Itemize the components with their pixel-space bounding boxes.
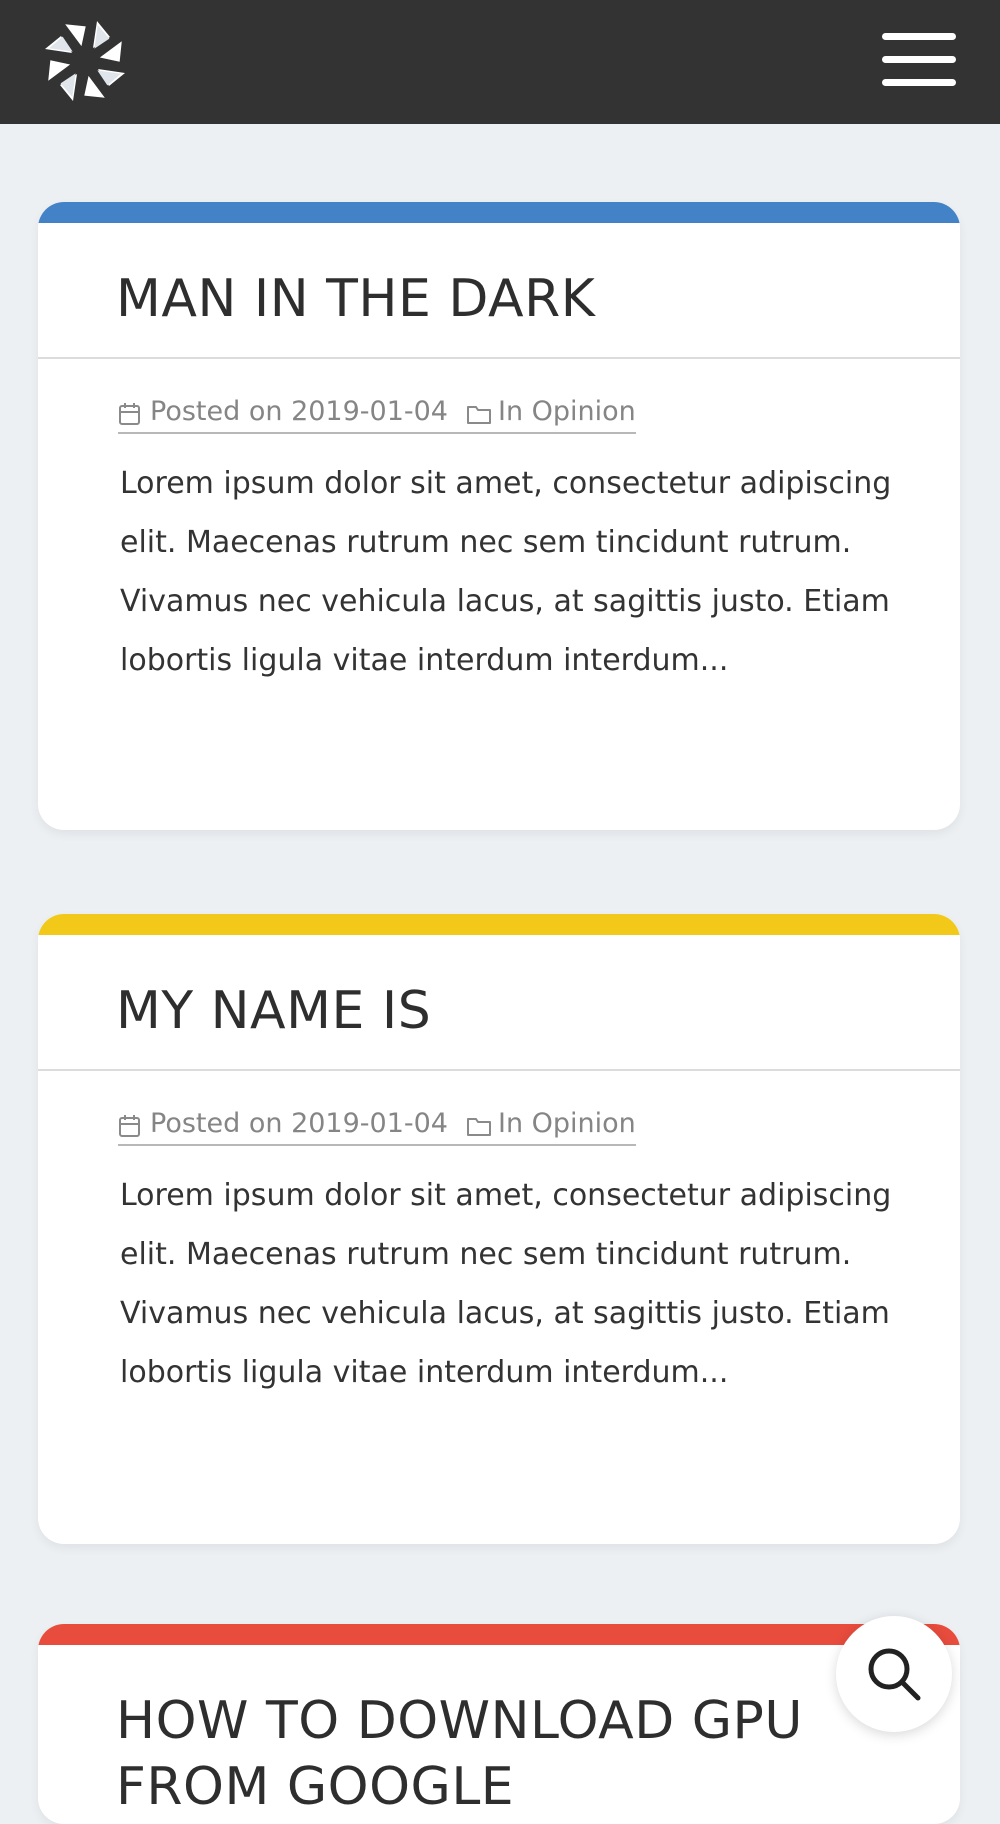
search-button[interactable] [836,1616,952,1732]
post-category-link[interactable]: Opinion [532,392,636,432]
folder-icon [466,1111,491,1137]
category-prefix: In [497,396,524,427]
card-divider [38,357,960,359]
post-title[interactable]: HOW TO DOWNLOAD GPU FROM GOOGLE [116,1688,876,1820]
card-accent-stripe [38,202,960,223]
card-accent-stripe [38,914,960,935]
card-accent-stripe [38,1624,960,1645]
top-navigation-bar [0,0,1000,124]
post-category-link[interactable]: Opinion [532,1104,636,1144]
posted-on-label: Posted on [150,1108,283,1139]
post-title[interactable]: MY NAME IS [116,978,431,1044]
post-card: HOW TO DOWNLOAD GPU FROM GOOGLE [38,1624,960,1824]
post-meta: Posted on 2019-01-04 In Opinion [118,1104,636,1146]
post-excerpt: Lorem ipsum dolor sit amet, consectetur … [120,466,892,678]
folder-icon [466,399,491,425]
post-date[interactable]: 2019-01-04 [291,1104,448,1144]
post-meta: Posted on 2019-01-04 In Opinion [118,392,636,434]
post-date[interactable]: 2019-01-04 [291,392,448,432]
posted-on-label: Posted on [150,396,283,427]
card-divider [38,1069,960,1071]
post-card: MAN IN THE DARK Posted on 2019-01-04 In … [38,202,960,830]
calendar-icon [118,1111,142,1137]
post-title[interactable]: MAN IN THE DARK [116,266,595,332]
calendar-icon [118,399,142,425]
post-card: MY NAME IS Posted on 2019-01-04 In Opini… [38,914,960,1544]
hamburger-menu-icon[interactable] [882,33,956,87]
post-excerpt: Lorem ipsum dolor sit amet, consectetur … [120,1178,892,1390]
sunburst-logo-icon[interactable] [40,16,130,106]
search-icon [868,1648,921,1701]
category-prefix: In [497,1108,524,1139]
